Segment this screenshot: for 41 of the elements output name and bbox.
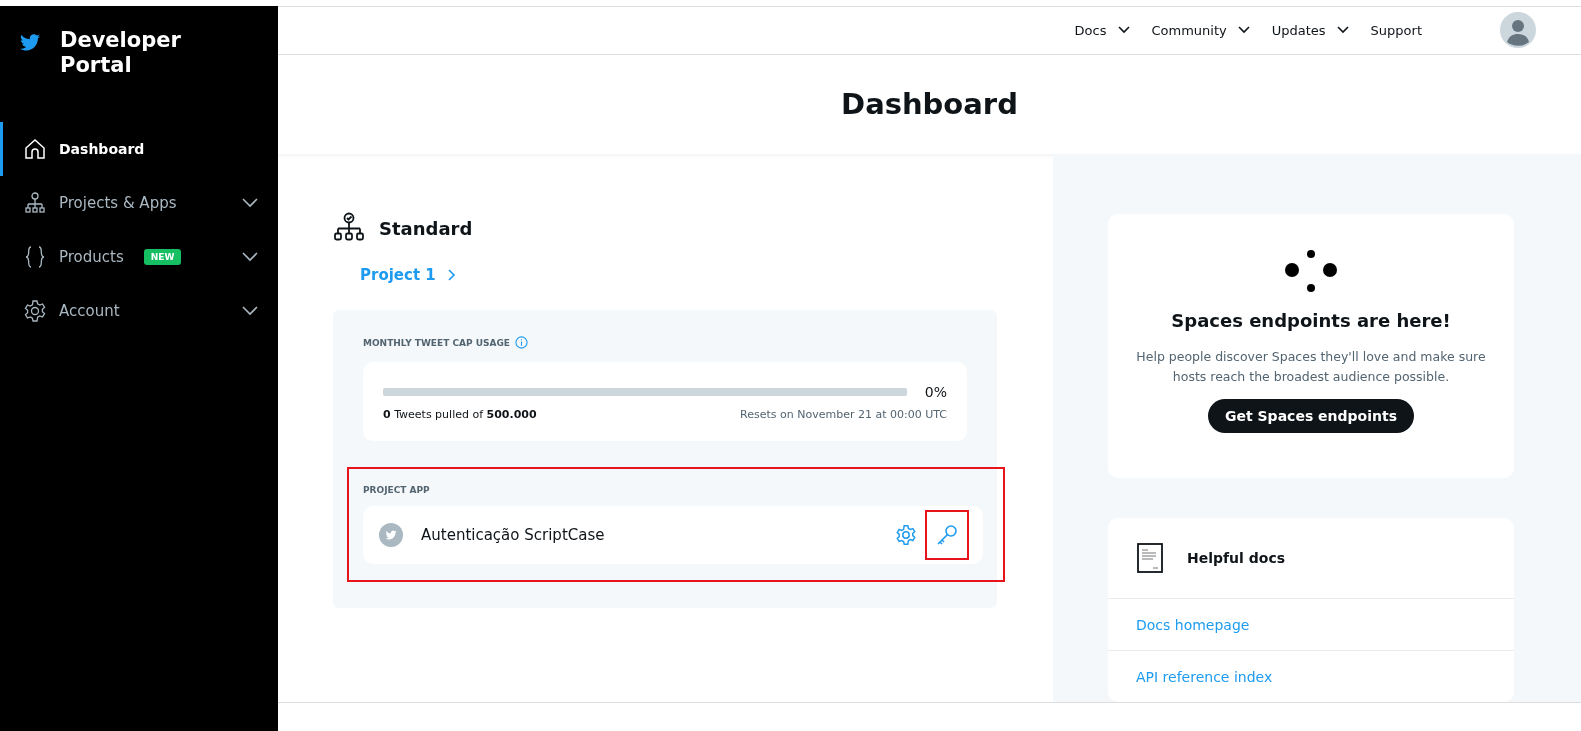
- card-text: Help people discover Spaces they'll love and make sure hosts reach the broadest audience possible.: [1136, 348, 1486, 386]
- info-icon[interactable]: [515, 336, 529, 349]
- key-button[interactable]: [925, 510, 969, 560]
- sidebar-item[interactable]: Account: [0, 284, 278, 338]
- sidebar-label: Projects & Apps: [59, 194, 177, 212]
- usage-text: 0 Tweets pulled of 500.000: [383, 408, 537, 421]
- sidebar-label: Products: [59, 248, 124, 266]
- nav-link[interactable]: Support: [1370, 22, 1422, 38]
- new-badge: NEW: [143, 249, 182, 265]
- bird-logo-icon: [20, 34, 40, 51]
- home-icon: [23, 137, 47, 161]
- section-label: PROJECT APP: [363, 485, 431, 495]
- usage-percent: 0%: [924, 384, 947, 400]
- sidebar-label: Dashboard: [59, 141, 145, 157]
- page-title: Dashboard: [841, 87, 1018, 122]
- braces-icon: [23, 245, 47, 269]
- nav-link[interactable]: Updates: [1271, 22, 1349, 38]
- reset-text: Resets on November 21 at 00:00 UTC: [740, 408, 947, 421]
- dots-icon: [1285, 250, 1337, 294]
- section-label: MONTHLY TWEET CAP USAGE: [363, 337, 511, 348]
- document-icon: [1137, 543, 1163, 573]
- app-avatar-icon: [379, 523, 403, 547]
- nav-link[interactable]: Docs: [1074, 22, 1130, 38]
- settings-icon[interactable]: [895, 524, 917, 546]
- hierarchy-icon: [23, 191, 47, 215]
- card-title: Helpful docs: [1187, 550, 1286, 566]
- section-title: Standard: [379, 217, 473, 239]
- card-title: Spaces endpoints are here!: [1171, 310, 1451, 331]
- avatar-icon[interactable]: [1500, 12, 1536, 49]
- sidebar-item[interactable]: Dashboard: [0, 122, 278, 176]
- sidebar-item[interactable]: Products NEW: [0, 230, 278, 284]
- app-name: Autenticação ScriptCase: [421, 526, 606, 544]
- sidebar-item[interactable]: Projects & Apps: [0, 176, 278, 230]
- get-endpoints-button[interactable]: Get Spaces endpoints: [1208, 399, 1414, 433]
- portal-title: Developer Portal: [60, 28, 182, 78]
- settings-icon: [23, 299, 47, 323]
- chevron-right-icon: [447, 269, 456, 281]
- nav-link[interactable]: Community: [1151, 22, 1250, 38]
- key-icon: [935, 523, 959, 547]
- app-row[interactable]: Autenticação ScriptCase: [363, 506, 983, 564]
- sidebar-label: Account: [59, 302, 120, 320]
